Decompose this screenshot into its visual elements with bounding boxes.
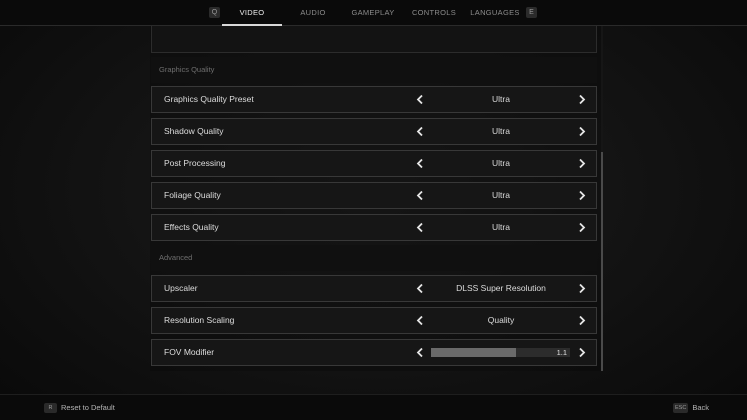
chevron-left-icon[interactable]: [415, 315, 425, 326]
scrollbar-thumb[interactable]: [601, 152, 603, 371]
fov-slider-fill: [431, 348, 516, 357]
settings-screen: Q VIDEO AUDIO GAMEPLAY CONTROLS LANGUAGE…: [0, 0, 747, 420]
fov-slider[interactable]: 1.1: [431, 348, 570, 357]
setting-row-effects-quality[interactable]: Effects Quality Ultra: [151, 214, 597, 241]
setting-value: Ultra: [492, 222, 510, 232]
setting-value: Ultra: [492, 190, 510, 200]
setting-value: Ultra: [492, 158, 510, 168]
setting-label: Post Processing: [164, 158, 226, 168]
prev-tab-key-hint[interactable]: Q: [209, 7, 220, 18]
back-button[interactable]: ESC Back: [673, 402, 709, 414]
setting-row-graphics-quality-preset[interactable]: Graphics Quality Preset Ultra: [151, 86, 597, 113]
back-label: Back: [692, 403, 709, 412]
chevron-right-icon[interactable]: [577, 94, 587, 105]
tab-controls[interactable]: CONTROLS: [407, 0, 461, 25]
setting-row-post-processing[interactable]: Post Processing Ultra: [151, 150, 597, 177]
back-key-hint: ESC: [673, 403, 689, 413]
setting-value: DLSS Super Resolution: [456, 283, 546, 293]
setting-label: Resolution Scaling: [164, 315, 235, 325]
chevron-right-icon[interactable]: [577, 347, 587, 358]
chevron-left-icon[interactable]: [415, 190, 425, 201]
setting-label: Effects Quality: [164, 222, 219, 232]
chevron-left-icon[interactable]: [415, 222, 425, 233]
setting-label: Shadow Quality: [164, 126, 224, 136]
chevron-right-icon[interactable]: [577, 315, 587, 326]
chevron-left-icon[interactable]: [415, 94, 425, 105]
tab-languages[interactable]: LANGUAGES: [468, 0, 522, 25]
tab-gameplay[interactable]: GAMEPLAY: [346, 0, 400, 25]
reset-key-hint: R: [44, 403, 57, 413]
chevron-right-icon[interactable]: [577, 126, 587, 137]
setting-label: Upscaler: [164, 283, 198, 293]
chevron-right-icon[interactable]: [577, 222, 587, 233]
chevron-left-icon[interactable]: [415, 283, 425, 294]
setting-label: Graphics Quality Preset: [164, 94, 254, 104]
setting-label: Foliage Quality: [164, 190, 221, 200]
chevron-right-icon[interactable]: [577, 190, 587, 201]
chevron-right-icon[interactable]: [577, 283, 587, 294]
tab-audio[interactable]: AUDIO: [288, 0, 338, 25]
fov-slider-value: 1.1: [556, 348, 567, 357]
setting-value: Ultra: [492, 94, 510, 104]
setting-row-shadow-quality[interactable]: Shadow Quality Ultra: [151, 118, 597, 145]
chevron-left-icon[interactable]: [415, 126, 425, 137]
setting-row-fov-modifier[interactable]: FOV Modifier 1.1: [151, 339, 597, 366]
section-header-advanced: Advanced: [151, 245, 597, 271]
chevron-left-icon[interactable]: [415, 158, 425, 169]
chevron-left-icon[interactable]: [415, 347, 425, 358]
setting-row-foliage-quality[interactable]: Foliage Quality Ultra: [151, 182, 597, 209]
reset-to-default-button[interactable]: R Reset to Default: [44, 402, 115, 414]
setting-value: Ultra: [492, 126, 510, 136]
setting-value: Quality: [487, 315, 515, 325]
setting-label: FOV Modifier: [164, 347, 215, 357]
setting-row-resolution-scaling[interactable]: Resolution Scaling Quality: [151, 307, 597, 334]
tab-video[interactable]: VIDEO: [222, 0, 282, 25]
section-header-graphics-quality: Graphics Quality: [151, 57, 597, 83]
chevron-right-icon[interactable]: [577, 158, 587, 169]
reset-label: Reset to Default: [61, 403, 115, 412]
next-tab-key-hint[interactable]: E: [526, 7, 537, 18]
setting-row-upscaler[interactable]: Upscaler DLSS Super Resolution: [151, 275, 597, 302]
partial-row-above: [151, 26, 597, 53]
